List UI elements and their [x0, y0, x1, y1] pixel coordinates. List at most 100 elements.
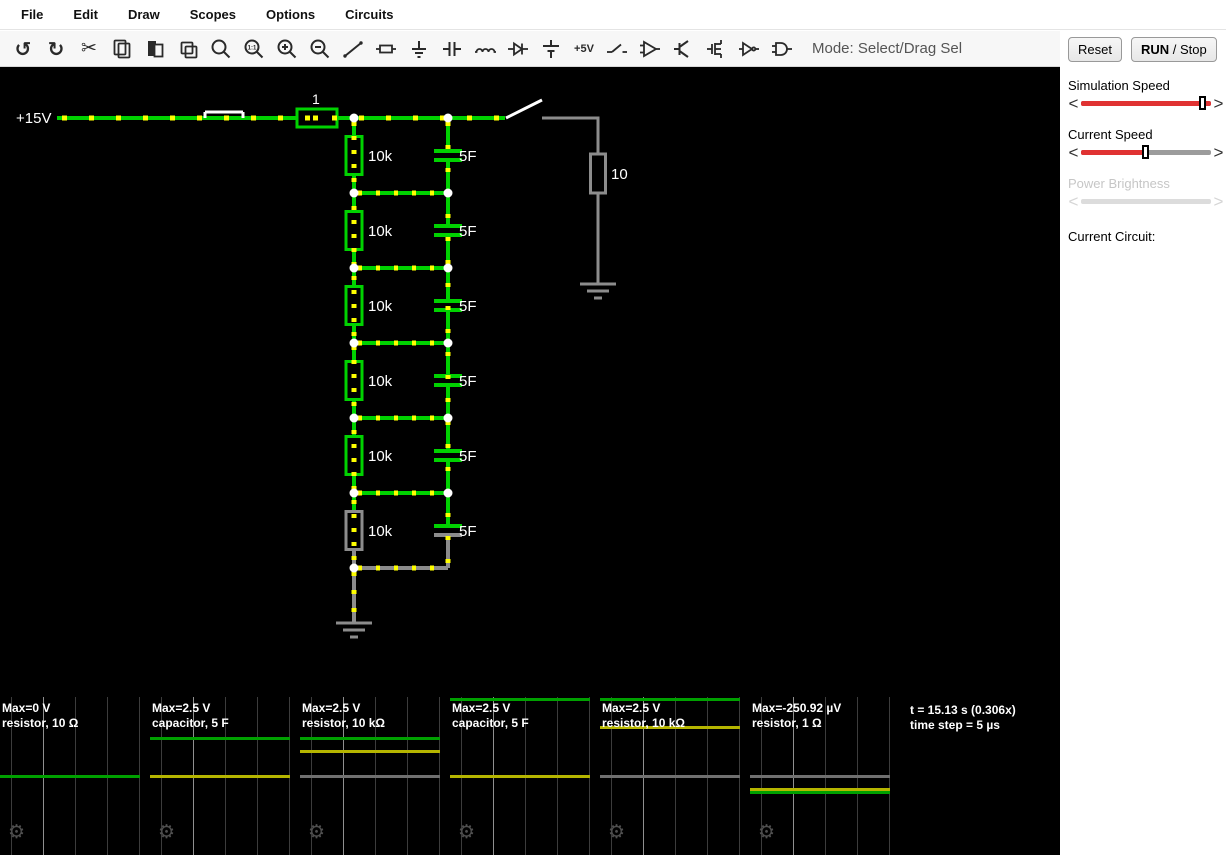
scope-component: resistor, 10 kΩ: [602, 716, 686, 730]
wire-icon[interactable]: [340, 36, 366, 62]
voltage-source-icon[interactable]: [538, 36, 564, 62]
copy-icon[interactable]: [109, 36, 135, 62]
current-circuit-label: Current Circuit:: [1068, 229, 1156, 244]
resistor-label: 10k: [368, 298, 393, 315]
scope-trace: [600, 775, 740, 778]
circuit-canvas[interactable]: +15V 1 10 10k 5F 10k 5F 10k 5F 10k 5F 10…: [0, 67, 1060, 855]
inductor-icon[interactable]: [472, 36, 498, 62]
ground-left-icon[interactable]: [336, 621, 372, 639]
scope-max: Max=2.5 V: [152, 701, 211, 715]
resistor-10k[interactable]: [344, 360, 364, 401]
scope-settings-gear-icon[interactable]: [458, 821, 475, 843]
scope-settings-gear-icon[interactable]: [308, 821, 325, 843]
reset-button[interactable]: Reset: [1068, 37, 1122, 62]
duplicate-icon[interactable]: [175, 36, 201, 62]
op-amp-icon[interactable]: [637, 36, 663, 62]
power-brightness-slider: [1068, 193, 1224, 209]
scope-component: capacitor, 5 F: [452, 716, 529, 730]
current-speed-slider[interactable]: [1068, 144, 1224, 160]
menu-circuits[interactable]: Circuits: [330, 7, 408, 22]
scope-panel-5[interactable]: Max=2.5 Vresistor, 10 kΩ: [600, 697, 748, 855]
slider-left-arrow-icon[interactable]: [1068, 95, 1079, 112]
circuit-drawing[interactable]: +15V 1 10 10k 5F 10k 5F 10k 5F 10k 5F 10…: [0, 67, 1060, 697]
plus-5v-icon[interactable]: +5V: [571, 36, 597, 62]
scope-panel-2[interactable]: Max=2.5 Vcapacitor, 5 F: [150, 697, 298, 855]
inverter-icon[interactable]: [736, 36, 762, 62]
slider-thumb[interactable]: [1142, 145, 1150, 159]
power-brightness-label: Power Brightness: [1068, 176, 1170, 191]
open-switch[interactable]: [505, 98, 543, 120]
scope-max: Max=-250.92 µV: [752, 701, 842, 715]
scope-settings-gear-icon[interactable]: [8, 821, 25, 843]
scope-settings-gear-icon[interactable]: [158, 821, 175, 843]
transistor-icon[interactable]: [670, 36, 696, 62]
scope-panel-1[interactable]: Max=0 Vresistor, 10 Ω: [0, 697, 148, 855]
scope-trace: [300, 775, 440, 778]
and-gate-icon[interactable]: [769, 36, 795, 62]
switch-icon[interactable]: [604, 36, 630, 62]
scope-trace: [300, 737, 440, 740]
slider-right-arrow-icon[interactable]: [1213, 144, 1224, 161]
simulation-speed-slider[interactable]: [1068, 95, 1224, 111]
scope-trace: [750, 791, 890, 794]
resistor-10k[interactable]: [344, 435, 364, 476]
menu-scopes[interactable]: Scopes: [175, 7, 251, 22]
resistor-10k[interactable]: [344, 210, 364, 251]
ladder-row[interactable]: 10k 5F: [344, 435, 477, 476]
resistor-10k[interactable]: [344, 135, 364, 176]
paste-icon[interactable]: [142, 36, 168, 62]
capacitor-icon[interactable]: [439, 36, 465, 62]
scope-settings-gear-icon[interactable]: [608, 821, 625, 843]
scope-panel-3[interactable]: Max=2.5 Vresistor, 10 kΩ: [300, 697, 448, 855]
zoom-in-icon[interactable]: [274, 36, 300, 62]
zoom-out-icon[interactable]: [307, 36, 333, 62]
slider-right-arrow-icon: [1213, 193, 1224, 210]
redo-icon[interactable]: ↻: [43, 36, 69, 62]
ladder-row[interactable]: 10k 5F: [344, 135, 477, 176]
series-resistor-label: 1: [312, 91, 320, 107]
resistor-label: 10k: [368, 523, 393, 540]
diode-icon[interactable]: [505, 36, 531, 62]
undo-icon[interactable]: ↺: [10, 36, 36, 62]
ladder-wires-discharged[interactable]: [352, 535, 450, 623]
slider-thumb[interactable]: [1199, 96, 1207, 110]
scope-max: Max=2.5 V: [602, 701, 661, 715]
current-speed-label: Current Speed: [1068, 127, 1153, 142]
menu-draw[interactable]: Draw: [113, 7, 175, 22]
menu-file[interactable]: File: [6, 7, 58, 22]
svg-text:1:1: 1:1: [248, 45, 257, 51]
ladder-row[interactable]: 10k 5F: [344, 210, 477, 251]
slider-left-arrow-icon[interactable]: [1068, 144, 1079, 161]
ground-right-icon: [580, 282, 616, 300]
simulation-speed-label: Simulation Speed: [1068, 78, 1170, 93]
cut-icon[interactable]: ✂: [76, 36, 102, 62]
menu-edit[interactable]: Edit: [58, 7, 113, 22]
ladder-row[interactable]: 10k 5F: [344, 510, 477, 551]
scope-panel-4[interactable]: Max=2.5 Vcapacitor, 5 F: [450, 697, 598, 855]
slider-right-arrow-icon[interactable]: [1213, 95, 1224, 112]
scope-trace: [150, 737, 290, 740]
load-resistor[interactable]: [589, 152, 607, 195]
menu-options[interactable]: Options: [251, 7, 330, 22]
load-branch[interactable]: [542, 116, 616, 300]
scope-component: capacitor, 5 F: [152, 716, 229, 730]
resistor-label: 10k: [368, 448, 393, 465]
zoom-icon[interactable]: [208, 36, 234, 62]
scope-panel-6[interactable]: Max=-250.92 µV resistor, 1 Ω: [750, 697, 898, 855]
scope-max: Max=2.5 V: [302, 701, 361, 715]
capacitor-label: 5F: [459, 448, 477, 465]
series-resistor[interactable]: 1: [295, 91, 339, 129]
resistor-icon[interactable]: [373, 36, 399, 62]
mode-label: Mode: Select/Drag Sel: [812, 40, 963, 57]
ladder-row[interactable]: 10k 5F: [344, 360, 477, 401]
scope-settings-gear-icon[interactable]: [758, 821, 775, 843]
mosfet-icon[interactable]: [703, 36, 729, 62]
scope-max: Max=2.5 V: [452, 701, 511, 715]
load-resistor-label: 10: [611, 166, 628, 183]
run-stop-button[interactable]: RUN / Stop: [1130, 37, 1217, 62]
zoom-100-icon[interactable]: 1:1: [241, 36, 267, 62]
time-value: t = 15.13 s (0.306x): [910, 703, 1016, 717]
ladder-row[interactable]: 10k 5F: [344, 285, 477, 326]
ground-icon[interactable]: [406, 36, 432, 62]
capacitor-label: 5F: [459, 223, 477, 240]
